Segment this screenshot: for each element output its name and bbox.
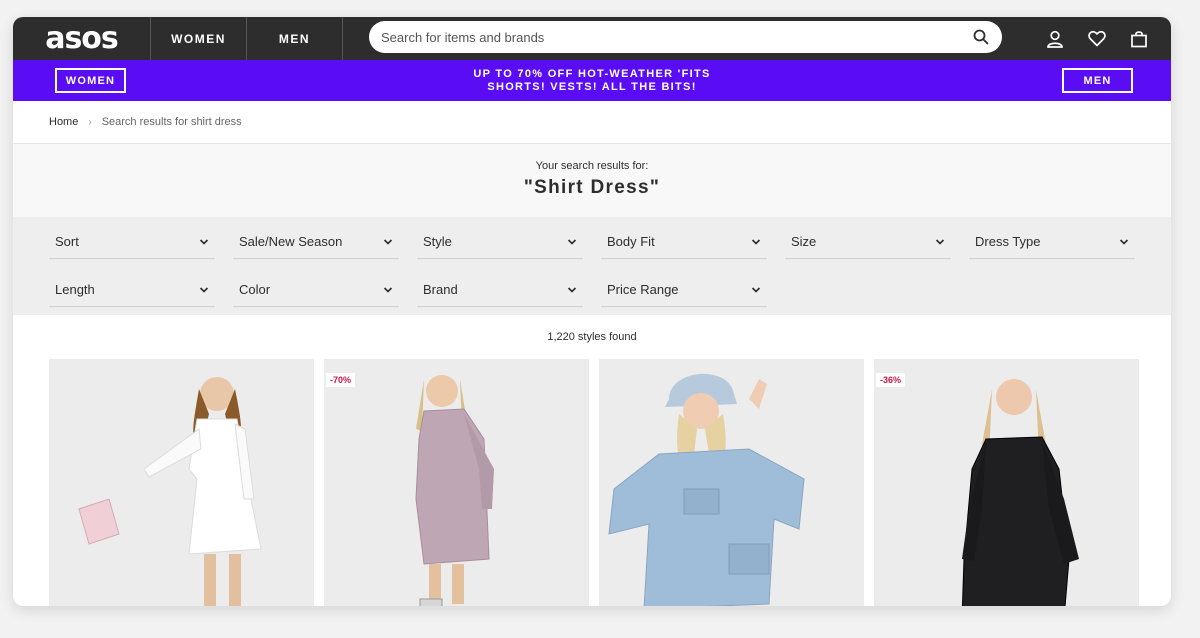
- product-image: [49, 359, 314, 606]
- promo-text: UP TO 70% OFF HOT-WEATHER 'FITS SHORTS! …: [473, 68, 710, 94]
- breadcrumb-home[interactable]: Home: [49, 116, 78, 128]
- filter-row-1: Sort Sale/New Season Style Body Fit Size…: [49, 225, 1135, 259]
- filter-label: Color: [239, 282, 271, 297]
- filter-label: Sort: [55, 234, 79, 249]
- discount-badge: -70%: [326, 373, 356, 387]
- top-header: asos WOMEN MEN: [13, 17, 1171, 60]
- product-card[interactable]: [599, 359, 864, 606]
- filter-body-fit[interactable]: Body Fit: [601, 225, 767, 259]
- filter-dress-type[interactable]: Dress Type: [969, 225, 1135, 259]
- breadcrumb-separator: ›: [88, 116, 92, 128]
- filter-label: Style: [423, 234, 452, 249]
- results-count: 1,220 styles found: [547, 331, 637, 343]
- product-card[interactable]: -70%: [324, 359, 589, 606]
- filter-label: Length: [55, 282, 95, 297]
- breadcrumb: Home › Search results for shirt dress: [13, 101, 1171, 144]
- chevron-down-icon: [383, 286, 393, 293]
- results-header: Your search results for: "Shirt Dress": [13, 144, 1171, 217]
- search-icon[interactable]: [972, 28, 990, 46]
- nav-women[interactable]: WOMEN: [151, 17, 247, 60]
- chevron-down-icon: [751, 286, 761, 293]
- filter-label: Dress Type: [975, 234, 1041, 249]
- filter-label: Size: [791, 234, 817, 249]
- filter-bar: Sort Sale/New Season Style Body Fit Size…: [13, 217, 1171, 315]
- filter-sale-new-season[interactable]: Sale/New Season: [233, 225, 399, 259]
- filter-row-2: Length Color Brand Price Range: [49, 273, 1135, 307]
- filter-style[interactable]: Style: [417, 225, 583, 259]
- nav-men[interactable]: MEN: [247, 17, 343, 60]
- product-image: [324, 359, 589, 606]
- promo-men-button[interactable]: MEN: [1062, 68, 1133, 93]
- promo-women-button[interactable]: WOMEN: [55, 68, 126, 93]
- promo-line-2: SHORTS! VESTS! ALL THE BITS!: [487, 80, 697, 93]
- product-image: [874, 359, 1139, 606]
- product-card[interactable]: [49, 359, 314, 606]
- heart-icon[interactable]: [1087, 29, 1107, 49]
- product-image: [599, 359, 864, 606]
- filter-color[interactable]: Color: [233, 273, 399, 307]
- chevron-down-icon: [935, 238, 945, 245]
- asos-logo[interactable]: asos: [13, 17, 151, 60]
- product-card[interactable]: -36%: [874, 359, 1139, 606]
- chevron-down-icon: [383, 238, 393, 245]
- filter-label: Brand: [423, 282, 458, 297]
- filter-label: Sale/New Season: [239, 234, 343, 249]
- discount-badge: -36%: [876, 373, 906, 387]
- chevron-down-icon: [199, 286, 209, 293]
- chevron-down-icon: [567, 286, 577, 293]
- account-icon[interactable]: [1045, 29, 1065, 49]
- filter-label: Price Range: [607, 282, 679, 297]
- bag-icon[interactable]: [1129, 29, 1149, 49]
- chevron-down-icon: [567, 238, 577, 245]
- filter-price-range[interactable]: Price Range: [601, 273, 767, 307]
- filter-label: Body Fit: [607, 234, 655, 249]
- filter-brand[interactable]: Brand: [417, 273, 583, 307]
- results-subtitle: Your search results for:: [535, 160, 649, 172]
- promo-line-1: UP TO 70% OFF HOT-WEATHER 'FITS: [473, 67, 711, 80]
- filter-sort[interactable]: Sort: [49, 225, 215, 259]
- header-icons: [1045, 17, 1149, 60]
- filter-size[interactable]: Size: [785, 225, 951, 259]
- filter-length[interactable]: Length: [49, 273, 215, 307]
- chevron-down-icon: [751, 238, 761, 245]
- search-bar: [369, 21, 1002, 53]
- breadcrumb-current: Search results for shirt dress: [101, 116, 242, 128]
- results-query: "Shirt Dress": [523, 177, 661, 198]
- product-grid: -70% -36%: [13, 359, 1171, 606]
- promo-banner[interactable]: WOMEN UP TO 70% OFF HOT-WEATHER 'FITS SH…: [13, 60, 1171, 101]
- chevron-down-icon: [1119, 238, 1129, 245]
- chevron-down-icon: [199, 238, 209, 245]
- search-input[interactable]: [381, 29, 972, 45]
- browser-window: asos WOMEN MEN WOMEN UP TO 70% OFF HOT-W…: [13, 17, 1171, 606]
